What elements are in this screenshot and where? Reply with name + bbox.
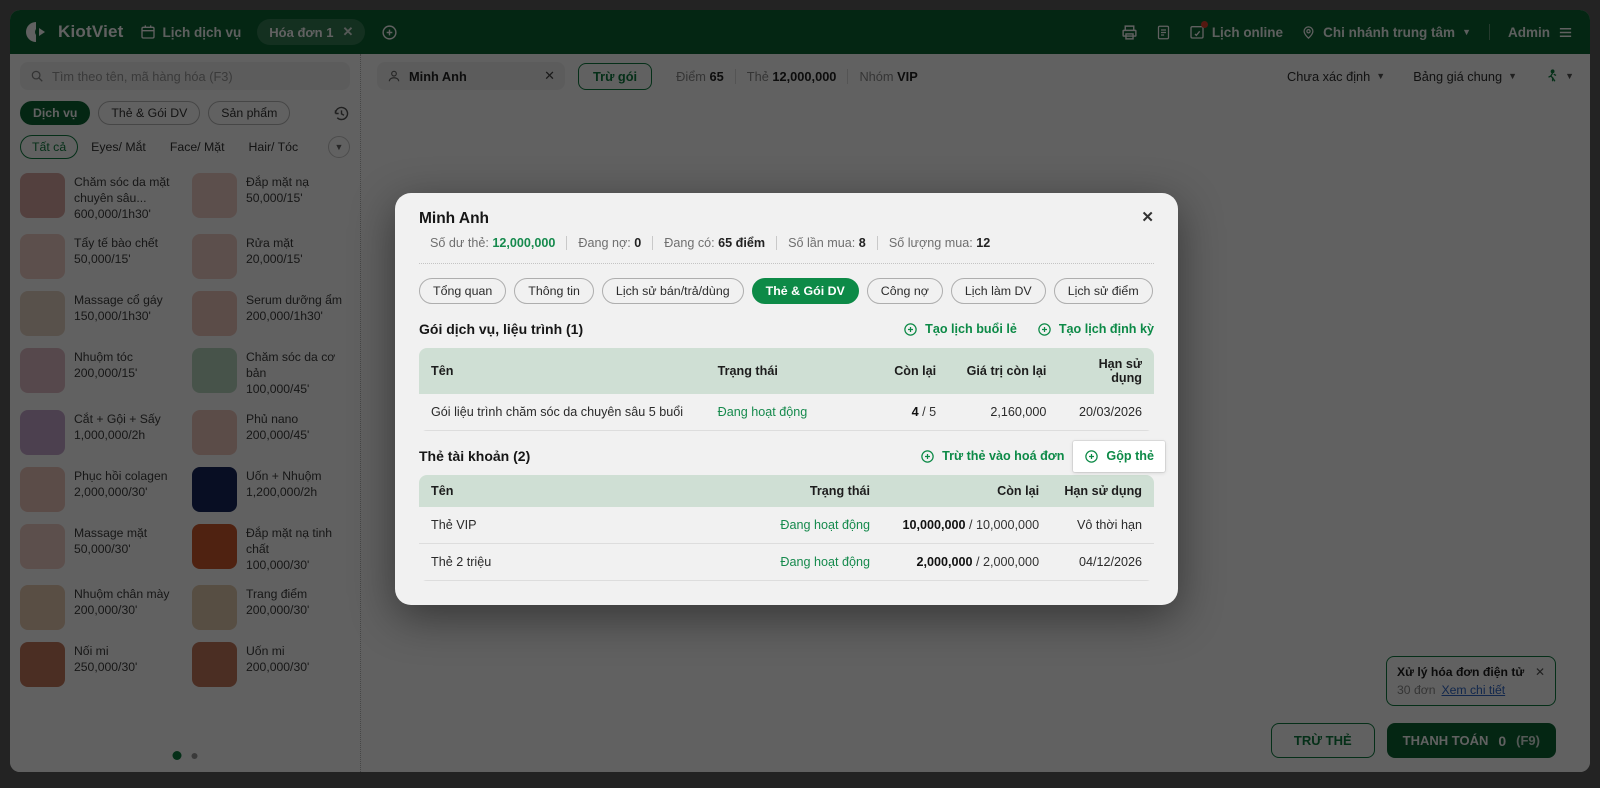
plus-circle-icon [1085,449,1099,463]
plus-circle-icon [1038,322,1051,336]
modal-tab[interactable]: Lịch làm DV [950,278,1046,304]
create-single-session-link[interactable]: Tạo lịch buổi lẻ [903,322,1017,337]
modal-tab[interactable]: Thông tin [514,278,594,304]
card-row[interactable]: Thẻ VIP Đang hoạt động 10,000,000 / 10,0… [419,507,1154,544]
modal-stat: Số dư thẻ: 12,000,000 [430,236,556,250]
customer-detail-modal: Minh Anh ✕ Số dư thẻ: 12,000,000 Đang nợ:… [395,193,1178,605]
card-row[interactable]: Thẻ 2 triệu Đang hoạt động 2,000,000 / 2… [419,543,1154,581]
merge-card-link[interactable]: Gộp thẻ [1073,440,1165,472]
plus-circle-icon [904,322,917,336]
plus-circle-icon [921,449,934,463]
create-recurring-link[interactable]: Tạo lịch định kỳ [1037,322,1154,337]
cards-section-title: Thẻ tài khoản (2) [419,448,531,464]
modal-tab[interactable]: Công nợ [866,278,943,304]
modal-customer-stats: Số dư thẻ: 12,000,000 Đang nợ: 0 Đang có: … [419,236,1154,250]
modal-tab[interactable]: Lịch sử bán/trả/dùng [601,278,744,304]
modal-tab[interactable]: Thẻ & Gói DV [751,278,859,304]
deduct-card-link[interactable]: Trừ thẻ vào hoá đơn [920,449,1064,464]
modal-stat: Số lần mua: 8 [776,236,877,250]
modal-tabs: Tổng quan Thông tin Lịch sử bán/trả/dùng Th… [419,278,1154,304]
modal-stat: Đang nợ: 0 [566,236,652,250]
divider [419,263,1154,264]
packages-section-title: Gói dịch vụ, liệu trình (1) [419,321,584,337]
packages-table: Tên Trạng thái Còn lại Giá trị còn lại H… [419,348,1154,431]
package-row[interactable]: Gói liệu trình chăm sóc da chuyên sâu 5 … [419,394,1154,431]
close-modal-icon[interactable]: ✕ [1141,210,1154,225]
modal-tab[interactable]: Lịch sử điểm [1053,278,1153,304]
cards-table: Tên Trạng thái Còn lại Hạn sử dụng Thẻ V… [419,475,1154,581]
modal-title: Minh Anh [419,210,490,227]
modal-stat: Số lượng mua: 12 [876,236,1001,250]
modal-tab[interactable]: Tổng quan [419,278,507,304]
modal-stat: Đang có: 65 điểm [652,236,776,250]
